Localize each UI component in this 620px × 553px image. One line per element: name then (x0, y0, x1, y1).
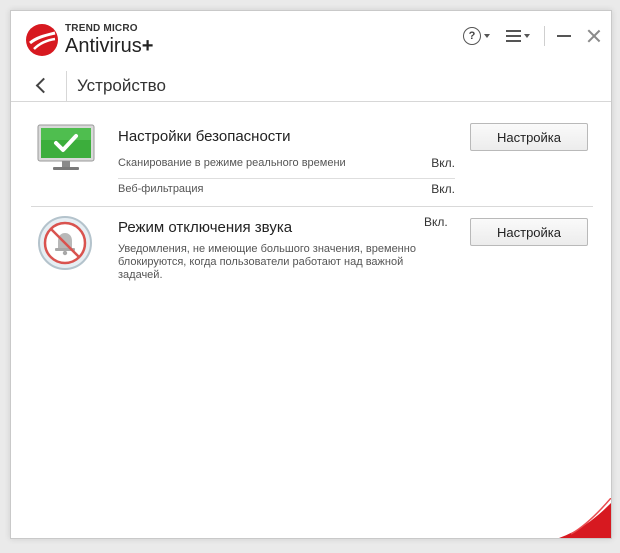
web-filter-row: Веб-фильтрация Вкл. (118, 180, 455, 200)
menu-button[interactable] (506, 30, 530, 42)
monitor-check-icon (37, 124, 95, 170)
security-settings-title: Настройки безопасности (118, 128, 291, 145)
corner-swoosh-decoration (559, 498, 611, 538)
app-window: TREND MICRO Antivirus+ ? Устройство Наст… (10, 10, 612, 539)
bell-muted-icon (38, 216, 92, 270)
caret-down-icon (484, 34, 490, 38)
security-settings-section: Настройки безопасности Сканирование в ре… (11, 116, 611, 206)
mute-mode-settings-button[interactable]: Настройка (470, 218, 588, 246)
close-button[interactable] (587, 29, 601, 43)
realtime-scan-row: Сканирование в режиме реального времени … (118, 154, 455, 179)
security-settings-button[interactable]: Настройка (470, 123, 588, 151)
nav-divider (66, 71, 67, 101)
minimize-button[interactable] (557, 35, 571, 37)
mute-mode-status: Вкл. (424, 215, 448, 229)
help-button[interactable]: ? (463, 27, 490, 45)
controls-divider (544, 26, 545, 46)
mute-mode-title: Режим отключения звука (118, 219, 293, 236)
realtime-scan-label: Сканирование в режиме реального времени (118, 157, 346, 169)
brand-logo-area: TREND MICRO Antivirus+ (25, 23, 153, 57)
back-button[interactable] (33, 75, 51, 97)
web-filter-status: Вкл. (431, 182, 455, 196)
realtime-scan-status: Вкл. (431, 156, 455, 170)
caret-down-icon (524, 34, 530, 38)
web-filter-label: Веб-фильтрация (118, 183, 204, 195)
page-title: Устройство (77, 76, 166, 95)
brand-product: Antivirus (65, 35, 142, 57)
mute-mode-section: Режим отключения звука Вкл. Уведомления,… (11, 207, 611, 307)
nav-bar: Устройство (11, 71, 611, 102)
brand-product-suffix: + (141, 35, 154, 57)
hamburger-menu-icon (506, 30, 521, 42)
brand-company: TREND MICRO (65, 23, 138, 34)
question-circle-icon: ? (463, 27, 481, 45)
window-controls: ? (463, 25, 601, 47)
trend-micro-logo-icon (26, 24, 58, 56)
mute-mode-description: Уведомления, не имеющие большого значени… (118, 243, 416, 281)
